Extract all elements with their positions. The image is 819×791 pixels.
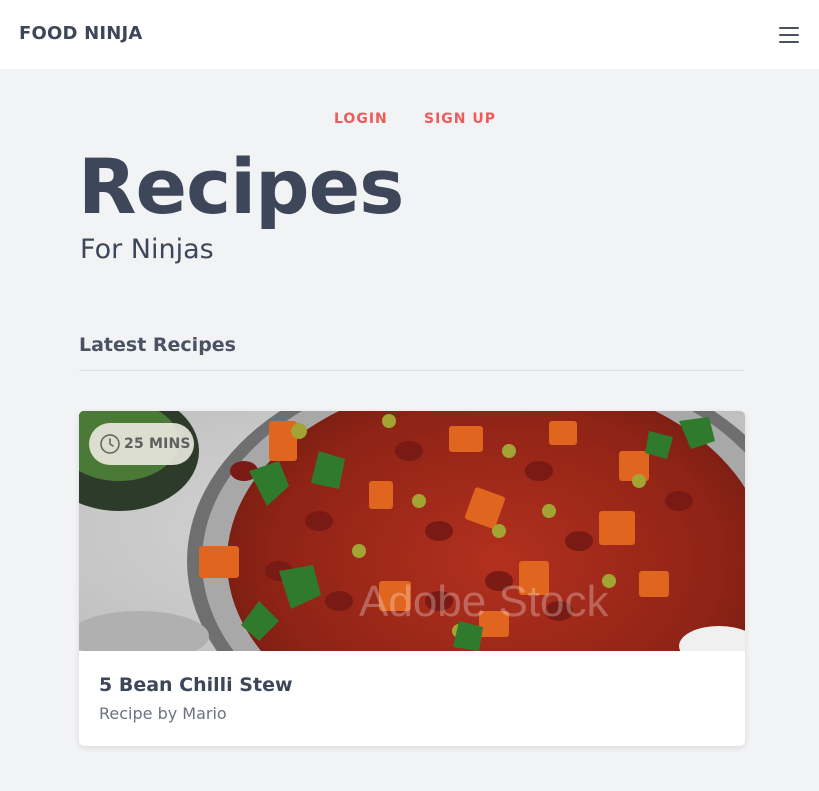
recipe-author: Recipe by Mario bbox=[99, 704, 227, 723]
page-title: Recipes bbox=[78, 142, 404, 231]
page-subtitle: For Ninjas bbox=[80, 234, 214, 265]
recipe-title[interactable]: 5 Bean Chilli Stew bbox=[99, 674, 293, 696]
recipe-card[interactable]: Adobe Stock 25 MINS 5 Bean Chilli Stew R… bbox=[79, 411, 745, 746]
section-divider bbox=[79, 370, 744, 371]
login-link[interactable]: LOGIN bbox=[334, 111, 388, 127]
top-navbar: FOOD NINJA bbox=[0, 0, 819, 69]
cook-time-badge: 25 MINS bbox=[89, 423, 194, 465]
signup-link[interactable]: SIGN UP bbox=[424, 111, 496, 127]
brand-logo[interactable]: FOOD NINJA bbox=[19, 23, 143, 44]
clock-icon bbox=[100, 434, 120, 454]
cook-time-label: 25 MINS bbox=[124, 436, 191, 452]
watermark-text: Adobe Stock bbox=[359, 577, 609, 626]
section-heading: Latest Recipes bbox=[79, 334, 236, 356]
hamburger-menu-icon[interactable] bbox=[776, 24, 802, 46]
